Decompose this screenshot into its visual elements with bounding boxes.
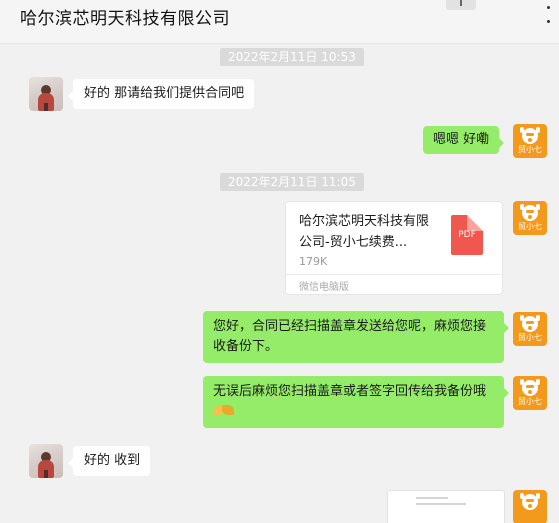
chat-header: 哈尔滨芯明天科技有限公司 — [0, 0, 559, 44]
file-message[interactable]: 哈尔滨芯明天科技有限公司-贸小七续费... PDF 179K 微信电脑版 — [285, 201, 503, 295]
file-type-label: PDF — [458, 230, 476, 240]
self-avatar[interactable]: 贸小七 — [513, 376, 547, 410]
self-avatar[interactable]: 贸小七 — [513, 124, 547, 158]
file-size: 179K — [299, 255, 328, 268]
timestamp: 2022年2月11日 10:53 — [220, 48, 364, 66]
self-avatar[interactable]: 贸小七 — [513, 201, 547, 235]
divider — [286, 274, 502, 275]
self-avatar-label: 贸小七 — [518, 333, 542, 342]
self-avatar[interactable] — [513, 490, 547, 523]
file-source: 微信电脑版 — [299, 282, 349, 293]
contact-avatar[interactable] — [29, 77, 63, 111]
message-text: 无误后麻烦您扫描盖章或者签字回传给我备份哦 — [213, 384, 487, 399]
contact-avatar[interactable] — [29, 444, 63, 478]
file-name: 哈尔滨芯明天科技有限公司-贸小七续费... — [299, 214, 430, 250]
sent-message[interactable]: 您好，合同已经扫描盖章发送给您呢，麻烦您接收备份下。 — [203, 311, 509, 363]
received-message[interactable]: 好的 那请给我们提供合同吧 — [67, 79, 255, 109]
sent-message[interactable]: 嗯嗯 好嘞 — [423, 126, 505, 154]
self-avatar[interactable]: 贸小七 — [513, 312, 547, 346]
sent-message[interactable]: 无误后麻烦您扫描盖章或者签字回传给我备份哦 — [203, 376, 509, 428]
self-avatar-label: 贸小七 — [518, 222, 542, 231]
pdf-file-icon: PDF — [451, 215, 483, 255]
received-message[interactable]: 好的 收到 — [67, 446, 151, 476]
timestamp: 2022年2月11日 11:05 — [220, 173, 364, 191]
document-preview-message[interactable] — [387, 490, 505, 523]
self-avatar-label: 贸小七 — [518, 397, 542, 406]
self-avatar-label: 贸小七 — [518, 145, 542, 154]
header-action-button[interactable] — [446, 0, 476, 10]
chat-title: 哈尔滨芯明天科技有限公司 — [20, 9, 230, 29]
handshake-icon — [213, 403, 235, 417]
more-vertical-icon[interactable] — [543, 0, 553, 28]
